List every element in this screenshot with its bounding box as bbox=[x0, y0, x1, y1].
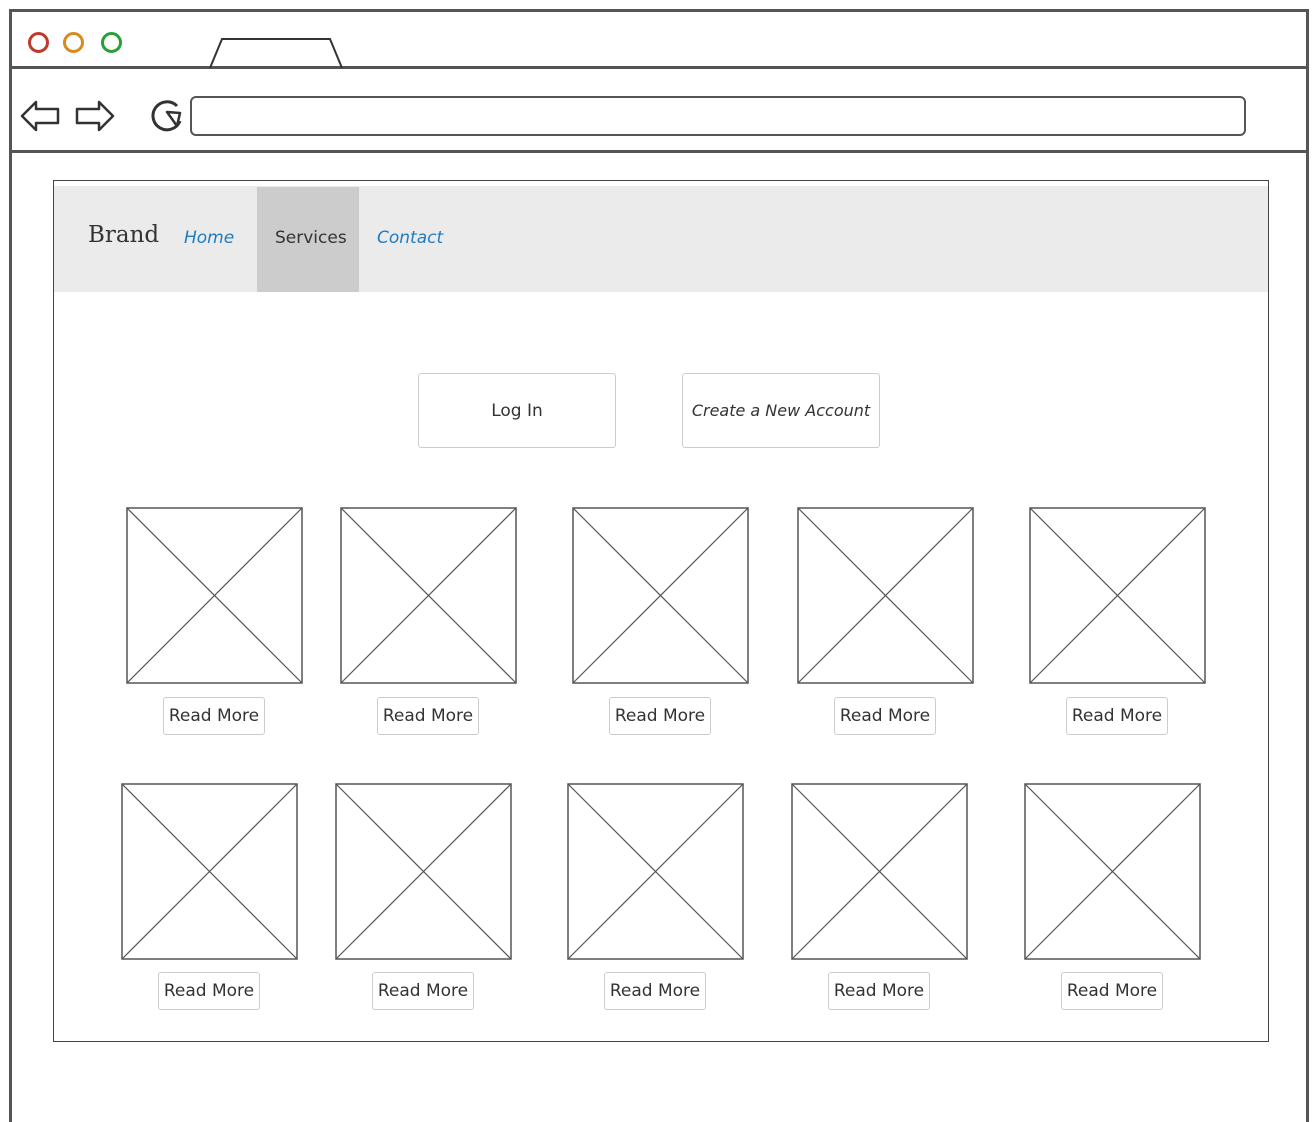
login-button[interactable]: Log In bbox=[418, 373, 616, 448]
browser-tab[interactable] bbox=[208, 37, 344, 69]
read-more-button[interactable]: Read More bbox=[834, 697, 936, 735]
minimize-icon[interactable] bbox=[63, 32, 84, 53]
browser-titlebar bbox=[9, 9, 1309, 69]
read-more-button[interactable]: Read More bbox=[1061, 972, 1163, 1010]
read-more-button[interactable]: Read More bbox=[158, 972, 260, 1010]
read-more-button[interactable]: Read More bbox=[377, 697, 479, 735]
refresh-icon[interactable] bbox=[147, 96, 187, 136]
navbar bbox=[54, 186, 1268, 292]
image-placeholder bbox=[335, 783, 512, 960]
image-placeholder bbox=[126, 507, 303, 684]
read-more-button[interactable]: Read More bbox=[828, 972, 930, 1010]
image-placeholder bbox=[567, 783, 744, 960]
image-placeholder bbox=[1024, 783, 1201, 960]
close-icon[interactable] bbox=[28, 32, 49, 53]
image-placeholder bbox=[121, 783, 298, 960]
read-more-button[interactable]: Read More bbox=[1066, 697, 1168, 735]
image-placeholder bbox=[797, 507, 974, 684]
read-more-button[interactable]: Read More bbox=[609, 697, 711, 735]
url-input[interactable] bbox=[190, 96, 1246, 136]
create-account-button[interactable]: Create a New Account bbox=[682, 373, 880, 448]
image-placeholder bbox=[791, 783, 968, 960]
brand-logo[interactable]: Brand bbox=[88, 222, 159, 248]
nav-link-contact[interactable]: Contact bbox=[377, 228, 443, 248]
read-more-button[interactable]: Read More bbox=[604, 972, 706, 1010]
read-more-button[interactable]: Read More bbox=[163, 697, 265, 735]
nav-link-home[interactable]: Home bbox=[184, 228, 234, 248]
back-arrow-icon[interactable] bbox=[20, 96, 60, 136]
maximize-icon[interactable] bbox=[101, 32, 122, 53]
nav-link-services[interactable]: Services bbox=[275, 228, 347, 248]
image-placeholder bbox=[1029, 507, 1206, 684]
image-placeholder bbox=[340, 507, 517, 684]
image-placeholder bbox=[572, 507, 749, 684]
forward-arrow-icon[interactable] bbox=[75, 96, 115, 136]
read-more-button[interactable]: Read More bbox=[372, 972, 474, 1010]
